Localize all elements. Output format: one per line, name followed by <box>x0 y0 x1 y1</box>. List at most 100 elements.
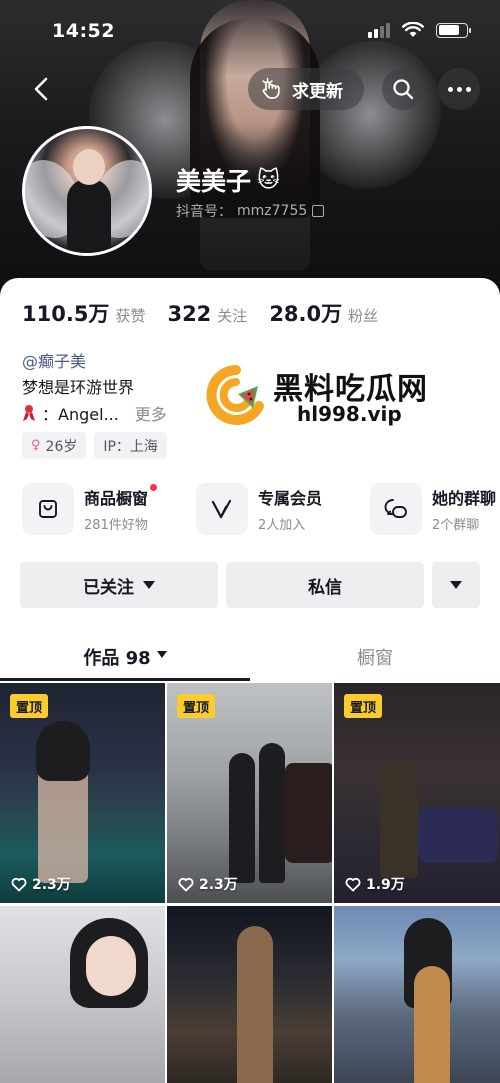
thumb-sofa <box>418 808 498 863</box>
copy-icon[interactable] <box>312 205 325 217</box>
status-bar: 14:52 <box>0 0 500 64</box>
request-update-label: 求更新 <box>292 81 343 102</box>
tab-active-indicator <box>0 678 250 681</box>
video-likes-count: 1.9万 <box>366 877 405 893</box>
female-symbol-icon: ♀ <box>31 438 41 453</box>
stat-followers-value: 28.0万 <box>269 302 343 326</box>
watermark-url: hl998.vip <box>297 402 402 426</box>
caret-down-icon <box>156 651 167 658</box>
watermelon-logo-icon <box>206 365 264 425</box>
tab-works-label: 作品 98 <box>83 648 151 669</box>
recommend-dropdown-button[interactable] <box>432 562 480 608</box>
bio-more-link[interactable]: 更多 <box>135 401 167 425</box>
stat-likes[interactable]: 110.5万 获赞 <box>22 298 145 328</box>
stat-likes-label: 获赞 <box>115 307 146 325</box>
stat-likes-value: 110.5万 <box>22 302 110 326</box>
following-button-label: 已关注 <box>83 577 134 598</box>
feature-group-chat[interactable]: 她的群聊 2个群聊 <box>370 483 500 535</box>
profile-tags: ♀ 26岁 IP：上海 <box>22 432 167 459</box>
avatar[interactable] <box>22 126 152 256</box>
heart-icon <box>345 877 361 891</box>
pointing-hand-icon <box>262 77 280 99</box>
pinned-badge: 置顶 <box>344 694 383 718</box>
caret-down-icon <box>143 581 155 589</box>
douyin-id-value: mmz7755 <box>237 203 308 219</box>
chevron-left-icon <box>34 77 48 101</box>
douyin-id[interactable]: 抖音号： mmz7755 <box>176 201 325 221</box>
video-thumbnail[interactable] <box>334 906 500 1083</box>
more-dots-icon <box>447 86 471 92</box>
profile-info-panel: 110.5万 获赞 322 关注 28.0万 粉丝 @癫子美 梦想是环游世界 ：… <box>0 278 500 683</box>
red-ribbon-icon <box>23 405 35 421</box>
cat-emoji-icon: 🐱 <box>257 167 280 193</box>
profile-stats: 110.5万 获赞 322 关注 28.0万 粉丝 <box>22 298 400 328</box>
search-icon <box>393 79 414 100</box>
video-likes: 2.3万 <box>178 874 238 894</box>
age-tag: ♀ 26岁 <box>22 432 87 459</box>
following-button[interactable]: 已关注 <box>20 562 218 608</box>
feature-entries: 商品橱窗 281件好物 专属会员 2人加入 她的群聊 2个群聊 <box>22 483 500 535</box>
stat-following-label: 关注 <box>217 307 248 325</box>
video-grid: 置顶 2.3万 置顶 2.3万 置顶 1.9万 <box>0 683 500 1083</box>
video-thumbnail[interactable] <box>0 906 165 1083</box>
wifi-icon <box>402 22 424 37</box>
video-thumbnail[interactable] <box>167 906 332 1083</box>
ip-tag: IP：上海 <box>94 432 167 459</box>
video-thumbnail[interactable]: 置顶 2.3万 <box>167 683 332 903</box>
feature-shop-subtitle: 281件好物 <box>84 518 148 533</box>
thumb-person <box>414 966 450 1083</box>
message-button[interactable]: 私信 <box>226 562 424 608</box>
feature-membership-title: 专属会员 <box>258 489 323 508</box>
bio-line-2: ：Angel... 更多 <box>22 401 167 425</box>
stat-followers[interactable]: 28.0万 粉丝 <box>269 298 378 328</box>
video-likes: 2.3万 <box>11 874 71 894</box>
thumb-person <box>229 753 255 883</box>
bio-line-2-text: ：Angel... <box>42 405 119 424</box>
video-likes-count: 2.3万 <box>199 877 238 893</box>
video-thumbnail[interactable]: 置顶 1.9万 <box>334 683 500 903</box>
search-button[interactable] <box>382 68 424 110</box>
chat-bubbles-icon <box>370 483 422 535</box>
tab-works[interactable]: 作品 98 <box>0 638 250 682</box>
tab-showcase[interactable]: 橱窗 <box>250 638 500 682</box>
thumb-hair <box>36 721 90 781</box>
thumb-person <box>237 926 273 1083</box>
heart-icon <box>11 877 27 891</box>
feature-shop-window[interactable]: 商品橱窗 281件好物 <box>22 483 196 535</box>
battery-icon <box>436 22 471 38</box>
pinned-badge: 置顶 <box>177 694 216 718</box>
feature-membership-subtitle: 2人加入 <box>258 518 306 533</box>
back-button[interactable] <box>24 72 58 106</box>
thumb-face <box>86 936 136 996</box>
bio-handle-link[interactable]: @癫子美 <box>22 348 86 372</box>
feature-membership[interactable]: 专属会员 2人加入 <box>196 483 370 535</box>
video-likes-count: 2.3万 <box>32 877 71 893</box>
message-button-label: 私信 <box>308 577 342 598</box>
age-tag-text: 26岁 <box>45 438 78 455</box>
more-button[interactable] <box>438 68 480 110</box>
status-time: 14:52 <box>52 20 115 42</box>
ip-tag-text: IP：上海 <box>103 438 158 455</box>
profile-name: 美美子 🐱 <box>176 162 280 198</box>
avatar-face <box>73 149 105 185</box>
notification-dot <box>150 484 158 491</box>
avatar-body <box>67 179 111 253</box>
video-likes: 1.9万 <box>345 874 405 894</box>
stat-following[interactable]: 322 关注 <box>167 302 247 326</box>
request-update-button[interactable]: 求更新 <box>248 68 364 110</box>
watermark: 黑料吃瓜网 hl998.vip <box>205 362 455 432</box>
feature-group-subtitle: 2个群聊 <box>432 518 480 533</box>
thumb-person <box>380 758 418 878</box>
feature-shop-title-text: 商品橱窗 <box>84 489 149 508</box>
video-thumbnail[interactable]: 置顶 2.3万 <box>0 683 165 903</box>
bag-icon <box>22 483 74 535</box>
vip-v-icon <box>196 483 248 535</box>
heart-icon <box>178 877 194 891</box>
bio-line-1: 梦想是环游世界 <box>22 378 135 397</box>
cellular-signal-icon <box>368 22 390 38</box>
thumb-car <box>285 763 332 863</box>
pinned-badge: 置顶 <box>10 694 49 718</box>
tab-showcase-label: 橱窗 <box>357 648 393 669</box>
stat-following-value: 322 <box>167 302 212 326</box>
profile-actions: 已关注 私信 <box>20 562 480 608</box>
